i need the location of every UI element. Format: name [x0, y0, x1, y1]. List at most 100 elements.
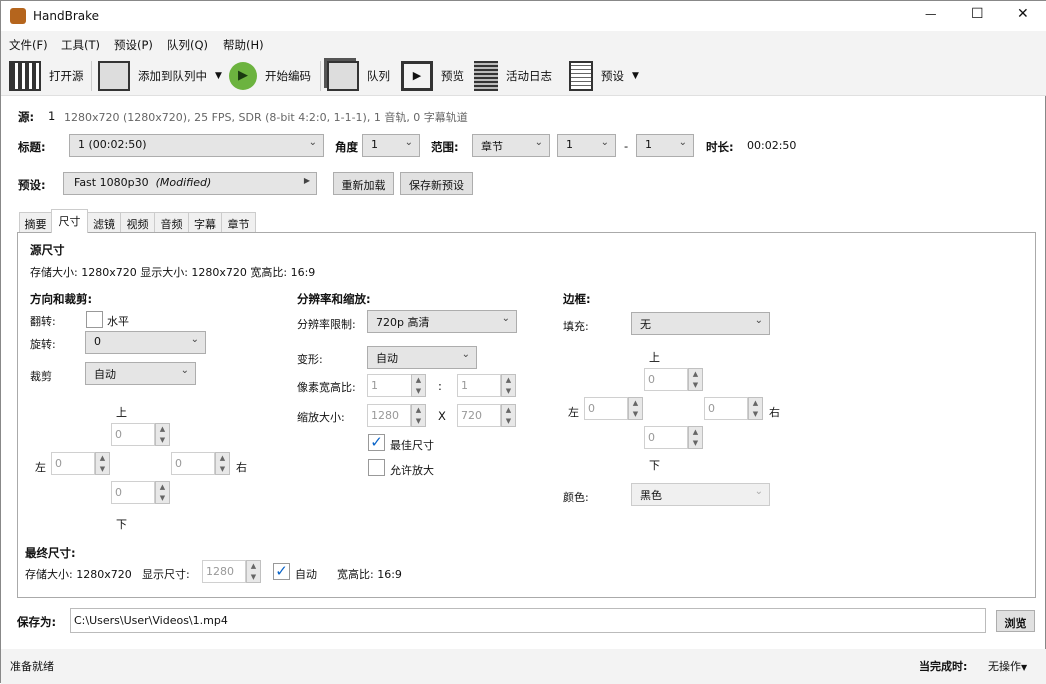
menu-tools[interactable]: 工具(T): [61, 37, 100, 53]
duration-value: 00:02:50: [747, 139, 797, 152]
spinner-arrows-icon[interactable]: ▲ ▼: [501, 404, 516, 427]
maximize-button[interactable]: ☐: [971, 6, 984, 22]
pad-top-input[interactable]: 0: [644, 368, 688, 391]
preview-button[interactable]: ▶ 预览: [401, 61, 464, 91]
start-encode-button[interactable]: ▶ 开始编码: [229, 61, 311, 91]
tab-chapters[interactable]: 章节: [221, 212, 256, 233]
pad-right-input[interactable]: 0: [704, 397, 748, 420]
range-start-select[interactable]: 1 ⌄: [557, 134, 616, 157]
crop-left-input[interactable]: 0: [51, 452, 95, 475]
display-width-spinner[interactable]: 1280 ▲ ▼: [202, 560, 262, 583]
fill-select[interactable]: 无 ⌄: [631, 312, 770, 335]
chevron-down-icon: ▼: [1021, 663, 1028, 672]
spinner-arrows-icon[interactable]: ▲ ▼: [628, 397, 643, 420]
crop-left-spinner[interactable]: 0 ▲ ▼: [51, 452, 111, 475]
crop-bottom-input[interactable]: 0: [111, 481, 155, 504]
title-select[interactable]: 1 (00:02:50) ⌄: [69, 134, 324, 157]
auto-display-checkbox[interactable]: ✓: [273, 563, 290, 580]
spinner-arrows-icon[interactable]: ▲ ▼: [688, 368, 703, 391]
flip-horizontal-label: 水平: [107, 315, 129, 328]
chevron-down-icon[interactable]: ▼: [215, 71, 222, 81]
presets-button[interactable]: 预设 ▼: [569, 61, 639, 91]
crop-right-input[interactable]: 0: [171, 452, 215, 475]
browse-button[interactable]: 浏览: [996, 610, 1035, 632]
queue-button[interactable]: 队列: [327, 61, 390, 91]
anamorphic-label: 变形:: [297, 353, 323, 366]
menu-bar: 文件(F) 工具(T) 预设(P) 队列(Q) 帮助(H): [1, 31, 1046, 56]
minimize-button[interactable]: —: [925, 7, 937, 21]
pad-bottom-input[interactable]: 0: [644, 426, 688, 449]
chevron-down-icon: ⌄: [190, 334, 199, 345]
tab-summary[interactable]: 摘要: [19, 212, 52, 233]
resolution-heading: 分辨率和缩放:: [297, 292, 371, 306]
anamorphic-select[interactable]: 自动 ⌄: [367, 346, 477, 369]
save-new-preset-button[interactable]: 保存新预设: [400, 172, 473, 195]
chevron-down-icon[interactable]: ▼: [632, 71, 639, 81]
pad-bottom-spinner[interactable]: 0 ▲ ▼: [644, 426, 704, 449]
rotate-select[interactable]: 0 ⌄: [85, 331, 206, 354]
pad-right-spinner[interactable]: 0 ▲ ▼: [704, 397, 764, 420]
tab-video[interactable]: 视频: [120, 212, 155, 233]
tab-subtitles[interactable]: 字幕: [188, 212, 222, 233]
resolution-limit-select[interactable]: 720p 高清 ⌄: [367, 310, 517, 333]
scale-height-input[interactable]: 720: [457, 404, 501, 427]
scale-width-input[interactable]: 1280: [367, 404, 411, 427]
reload-button[interactable]: 重新加载: [333, 172, 394, 195]
spinner-arrows-icon[interactable]: ▲ ▼: [748, 397, 763, 420]
scale-width-spinner[interactable]: 1280 ▲ ▼: [367, 404, 427, 427]
pad-left-input[interactable]: 0: [584, 397, 628, 420]
crop-right-label: 右: [236, 461, 247, 474]
crop-top-input[interactable]: 0: [111, 423, 155, 446]
flip-horizontal-checkbox[interactable]: [86, 311, 103, 328]
tab-audio[interactable]: 音频: [154, 212, 189, 233]
pad-top-label: 上: [649, 351, 660, 364]
tab-filters[interactable]: 滤镜: [87, 212, 121, 233]
activity-log-button[interactable]: 活动日志: [474, 61, 552, 91]
close-button[interactable]: ✕: [1017, 6, 1029, 22]
fill-label: 填充:: [563, 320, 589, 333]
best-size-checkbox[interactable]: ✓: [368, 434, 385, 451]
spinner-arrows-icon[interactable]: ▲ ▼: [95, 452, 110, 475]
spinner-arrows-icon[interactable]: ▲ ▼: [215, 452, 230, 475]
spinner-arrows-icon[interactable]: ▲ ▼: [411, 374, 426, 397]
range-end-select[interactable]: 1 ⌄: [636, 134, 694, 157]
spinner-arrows-icon[interactable]: ▲ ▼: [155, 423, 170, 446]
tab-dimensions[interactable]: 尺寸: [51, 209, 88, 233]
crop-right-spinner[interactable]: 0 ▲ ▼: [171, 452, 231, 475]
range-type-select[interactable]: 章节 ⌄: [472, 134, 550, 157]
pad-top-spinner[interactable]: 0 ▲ ▼: [644, 368, 704, 391]
spinner-arrows-icon[interactable]: ▲ ▼: [246, 560, 261, 583]
save-path-input[interactable]: C:\Users\User\Videos\1.mp4: [70, 608, 986, 633]
scale-height-spinner[interactable]: 720 ▲ ▼: [457, 404, 517, 427]
par-y-spinner[interactable]: 1 ▲ ▼: [457, 374, 517, 397]
menu-file[interactable]: 文件(F): [9, 37, 48, 53]
when-done-dropdown[interactable]: 无操作▼: [988, 658, 1027, 674]
open-source-button[interactable]: 打开源: [9, 61, 84, 91]
angle-select[interactable]: 1 ⌄: [362, 134, 420, 157]
spinner-arrows-icon[interactable]: ▲ ▼: [501, 374, 516, 397]
spinner-arrows-icon[interactable]: ▲ ▼: [411, 404, 426, 427]
crop-bottom-spinner[interactable]: 0 ▲ ▼: [111, 481, 171, 504]
menu-help[interactable]: 帮助(H): [223, 37, 264, 53]
spinner-arrows-icon[interactable]: ▲ ▼: [155, 481, 170, 504]
color-select[interactable]: 黑色 ⌄: [631, 483, 770, 506]
menu-presets[interactable]: 预设(P): [114, 37, 153, 53]
add-to-queue-button[interactable]: 添加到队列中 ▼: [98, 61, 222, 91]
best-size-label: 最佳尺寸: [390, 439, 434, 452]
angle-label: 角度: [335, 140, 358, 154]
title-value: 1 (00:02:50): [78, 138, 147, 151]
display-width-input[interactable]: 1280: [202, 560, 246, 583]
menu-queue[interactable]: 队列(Q): [167, 37, 208, 53]
spinner-arrows-icon[interactable]: ▲ ▼: [688, 426, 703, 449]
par-x-input[interactable]: 1: [367, 374, 412, 397]
par-y-input[interactable]: 1: [457, 374, 501, 397]
par-x-spinner[interactable]: 1 ▲ ▼: [367, 374, 428, 397]
color-value: 黑色: [640, 489, 662, 502]
crop-top-spinner[interactable]: 0 ▲ ▼: [111, 423, 171, 446]
pad-left-spinner[interactable]: 0 ▲ ▼: [584, 397, 644, 420]
preset-select[interactable]: Fast 1080p30 (Modified) ▶: [63, 172, 317, 195]
allow-upscale-checkbox[interactable]: [368, 459, 385, 476]
crop-select[interactable]: 自动 ⌄: [85, 362, 196, 385]
pad-right-label: 右: [769, 406, 780, 419]
source-info: 1280x720 (1280x720), 25 FPS, SDR (8-bit …: [64, 111, 468, 124]
